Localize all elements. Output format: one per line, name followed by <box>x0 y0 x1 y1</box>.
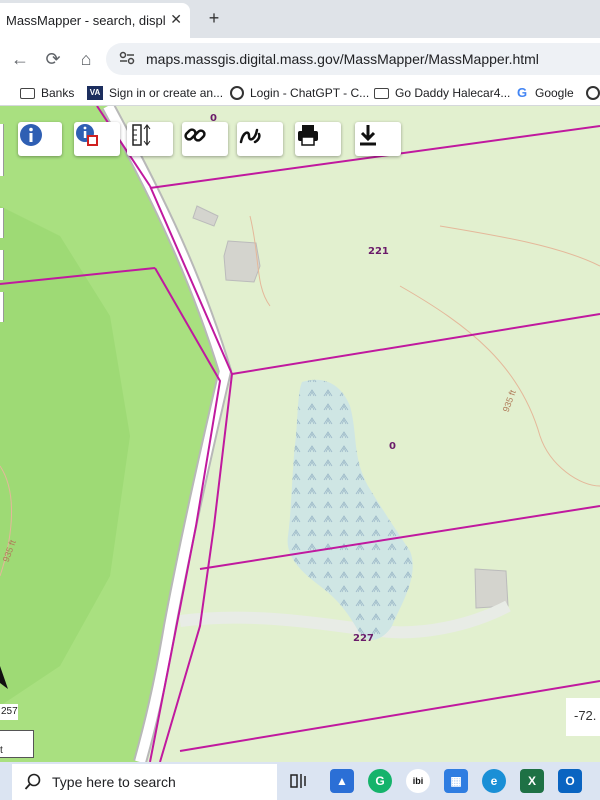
coordinate-readout: -72. <box>566 698 600 736</box>
taskbar: Type here to search ▲ G ibi ▦ e X O <box>0 762 600 800</box>
google-icon: G <box>516 85 528 100</box>
map-side-control[interactable] <box>0 292 4 322</box>
north-arrow-icon <box>0 666 8 689</box>
bookmarks-bar: Banks VA Sign in or create an... Login -… <box>0 80 600 106</box>
home-icon[interactable]: ⌂ <box>74 47 98 71</box>
bookmark-label: Login - ChatGPT - C... <box>250 86 370 100</box>
bookmark-google[interactable]: G Google <box>515 84 574 102</box>
outlook-icon[interactable]: O <box>558 769 582 793</box>
address-bar[interactable]: maps.massgis.digital.mass.gov/MassMapper… <box>106 43 600 75</box>
map-canvas[interactable]: 221 0 227 0 935 ft 935 ft -72. 257 t <box>0 106 600 762</box>
map-svg <box>0 106 600 762</box>
scale-unit: t <box>0 745 3 756</box>
draw-icon <box>239 128 261 144</box>
info-button[interactable] <box>18 122 62 156</box>
va-icon: VA <box>87 86 103 100</box>
bookmark-label: Banks <box>41 86 75 100</box>
browser-tab[interactable]: MassMapper - search, display, c ✕ <box>0 3 190 38</box>
identify-button[interactable] <box>74 122 120 156</box>
url-text: maps.massgis.digital.mass.gov/MassMapper… <box>146 51 539 67</box>
scale-number: 257 <box>0 704 18 720</box>
bookmark-va[interactable]: VA Sign in or create an... <box>87 84 223 102</box>
folder-icon <box>20 87 35 99</box>
chatgpt-icon <box>230 86 244 100</box>
bookmark-banks[interactable]: Banks <box>20 84 74 102</box>
tab-strip: MassMapper - search, display, c ✕ + <box>0 0 600 38</box>
bookmark-chatgpt[interactable]: Login - ChatGPT - C... <box>230 84 369 102</box>
excel-icon[interactable]: X <box>520 769 544 793</box>
search-placeholder: Type here to search <box>52 774 176 790</box>
link-icon <box>184 128 206 142</box>
browser-toolbar: ← ⟳ ⌂ maps.massgis.digital.mass.gov/Mass… <box>0 38 600 80</box>
search-icon <box>24 773 41 790</box>
parcel-label: 227 <box>353 633 374 644</box>
download-icon <box>360 125 376 146</box>
bookmark-label: Sign in or create an... <box>109 86 224 100</box>
parcel-label: 0 <box>210 113 217 124</box>
info-icon <box>20 124 42 146</box>
link-button[interactable] <box>182 122 228 156</box>
print-icon <box>298 125 318 146</box>
start-button[interactable] <box>0 762 12 800</box>
edge-icon[interactable]: e <box>482 769 506 793</box>
chatgpt-icon <box>586 86 600 100</box>
print-button[interactable] <box>295 122 341 156</box>
grammarly-icon[interactable]: G <box>368 769 392 793</box>
reload-icon[interactable]: ⟳ <box>41 47 65 71</box>
photos-icon[interactable]: ▲ <box>330 769 354 793</box>
bookmark-label: Go Daddy Halecar4... <box>395 86 511 100</box>
scale-bar: t <box>0 730 34 758</box>
bookmark-godaddy[interactable]: Go Daddy Halecar4... <box>374 84 510 102</box>
parcel-label: 221 <box>368 246 389 257</box>
back-icon[interactable]: ← <box>8 47 32 71</box>
draw-button[interactable] <box>237 122 283 156</box>
map-side-control[interactable] <box>0 250 4 280</box>
close-icon[interactable]: ✕ <box>170 11 182 28</box>
new-tab-button[interactable]: + <box>203 7 225 29</box>
parcel-label: 0 <box>389 441 396 452</box>
taskbar-search[interactable]: Type here to search <box>12 764 277 800</box>
ibi-icon[interactable]: ibi <box>406 769 430 793</box>
task-view-icon[interactable] <box>287 769 311 793</box>
site-info-icon[interactable] <box>106 51 140 68</box>
measure-button[interactable] <box>127 122 173 156</box>
identify-icon <box>76 124 98 146</box>
download-button[interactable] <box>355 122 401 156</box>
map-side-control[interactable] <box>0 208 4 238</box>
store-icon[interactable]: ▦ <box>444 769 468 793</box>
bookmark-label: Google <box>535 86 574 100</box>
bookmark-chatgpt-2[interactable] <box>586 84 600 102</box>
measure-icon <box>132 124 151 146</box>
map-side-control[interactable] <box>0 124 4 176</box>
building <box>223 240 261 283</box>
folder-icon <box>374 87 389 99</box>
tab-title: MassMapper - search, display, c <box>6 13 166 28</box>
